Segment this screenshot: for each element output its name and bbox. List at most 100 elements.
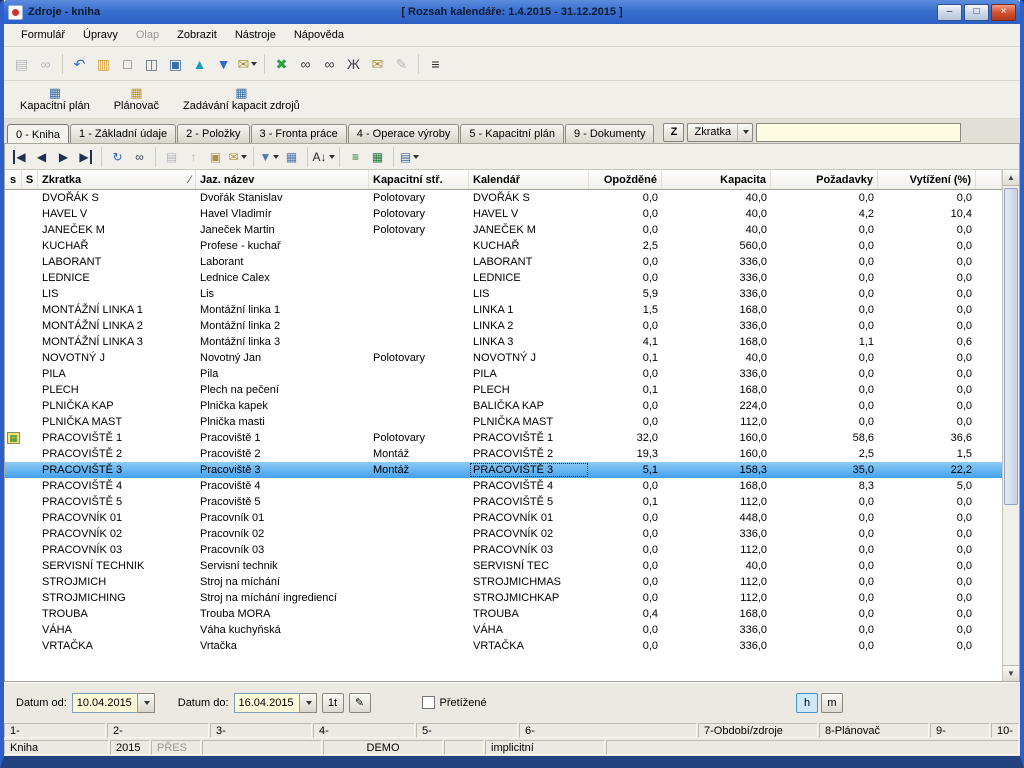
tab-5[interactable]: 5 - Kapacitní plán — [460, 124, 564, 143]
minimize-button[interactable]: – — [937, 4, 962, 21]
column-header-1[interactable]: S — [22, 170, 38, 189]
menu-item-nastroje[interactable]: Nástroje — [226, 26, 285, 44]
next-record-button[interactable]: ▶ — [53, 146, 74, 167]
menu-item-upravy[interactable]: Úpravy — [74, 26, 127, 44]
table-row[interactable]: VRTAČKAVrtačkaVRTAČKA0,0336,00,00,0 — [5, 638, 1002, 654]
close-button[interactable]: × — [991, 4, 1016, 21]
one-week-button[interactable]: 1t — [322, 693, 344, 713]
table-row[interactable]: PLNIČKA MASTPlnička mastiPLNIČKA MAST0,0… — [5, 414, 1002, 430]
paste-button[interactable]: ▣ — [164, 52, 187, 75]
column-header-6[interactable]: Opožděné — [589, 170, 662, 189]
envelope-button[interactable]: ✉ — [366, 52, 389, 75]
tab-2[interactable]: 2 - Položky — [177, 124, 249, 143]
datum-do-dropdown-button[interactable] — [300, 693, 317, 713]
column-header-7[interactable]: Kapacita — [662, 170, 771, 189]
copy-button[interactable]: ◫ — [140, 52, 163, 75]
table-row[interactable]: HAVEL VHavel VladimírPolotovaryHAVEL V0,… — [5, 206, 1002, 222]
calendar-edit-button[interactable]: ✎ — [349, 693, 371, 713]
find-next-button[interactable]: ∞ — [318, 52, 341, 75]
table-row[interactable]: SERVISNÍ TECHNIKServisní technikSERVISNÍ… — [5, 558, 1002, 574]
column-header-4[interactable]: Kapacitní stř. — [369, 170, 469, 189]
table-row[interactable]: VÁHAVáha kuchyňskáVÁHA0,0336,00,00,0 — [5, 622, 1002, 638]
hours-button[interactable]: h — [796, 693, 818, 713]
refresh-green-button[interactable]: ✖ — [270, 52, 293, 75]
tab-1[interactable]: 1 - Základní údaje — [70, 124, 176, 143]
table-row[interactable]: KUCHAŘProfese - kuchařKUCHAŘ2,5560,00,00… — [5, 238, 1002, 254]
datum-do-field[interactable]: 16.04.2015 — [234, 693, 317, 713]
new-document-button[interactable]: □ — [116, 52, 139, 75]
previous-record-button[interactable]: ◀ — [31, 146, 52, 167]
datum-od-field[interactable]: 10.04.2015 — [72, 693, 155, 713]
table-row[interactable]: DVOŘÁK SDvořák StanislavPolotovaryDVOŘÁK… — [5, 190, 1002, 206]
open-folder-button[interactable]: ▥ — [92, 52, 115, 75]
table-row[interactable]: LABORANTLaborantLABORANT0,0336,00,00,0 — [5, 254, 1002, 270]
scroll-up-icon[interactable]: ▲ — [1003, 170, 1019, 186]
move-up-button[interactable]: ▲ — [188, 52, 211, 75]
table-row[interactable]: LISLisLIS5,9336,00,00,0 — [5, 286, 1002, 302]
tab-3[interactable]: 3 - Fronta práce — [251, 124, 347, 143]
column-header-3[interactable]: Jaz. název — [196, 170, 369, 189]
table-row[interactable]: PRACOVNÍK 02Pracovník 02PRACOVNÍK 020,03… — [5, 526, 1002, 542]
find-button[interactable]: ∞ — [294, 52, 317, 75]
table-row[interactable]: PRACOVIŠTĚ 3Pracoviště 3MontážPRACOVIŠTĚ… — [5, 462, 1002, 478]
z-button[interactable]: Z — [663, 123, 684, 142]
tab-6[interactable]: 9 - Dokumenty — [565, 124, 655, 143]
minutes-button[interactable]: m — [821, 693, 843, 713]
table-row[interactable]: STROJMICHStroj na mícháníSTROJMICHMAS0,0… — [5, 574, 1002, 590]
filter-button[interactable]: ▼ — [259, 146, 280, 167]
column-header-0[interactable]: s — [5, 170, 22, 189]
undo-button[interactable]: ↶ — [68, 52, 91, 75]
search-field-selector[interactable]: Zkratka — [687, 123, 753, 142]
scrollbar-thumb[interactable] — [1004, 188, 1018, 505]
table-row[interactable]: LEDNICELednice CalexLEDNICE0,0336,00,00,… — [5, 270, 1002, 286]
toolbar2-button-0[interactable]: ▦Kapacitní plán — [10, 81, 100, 118]
mail-row-button[interactable]: ✉ — [227, 146, 248, 167]
table-row[interactable]: PRACOVNÍK 01Pracovník 01PRACOVNÍK 010,04… — [5, 510, 1002, 526]
quick-search-input[interactable] — [756, 123, 961, 142]
column-header-9[interactable]: Vytížení (%) — [878, 170, 976, 189]
refresh-button[interactable]: ↻ — [107, 146, 128, 167]
menu-item-formular[interactable]: Formulář — [12, 26, 74, 44]
table-row[interactable]: MONTÁŽNÍ LINKA 1Montážní linka 1LINKA 11… — [5, 302, 1002, 318]
table-row[interactable]: MONTÁŽNÍ LINKA 2Montážní linka 2LINKA 20… — [5, 318, 1002, 334]
clipboard-button[interactable]: ▣ — [205, 146, 226, 167]
column-header-2[interactable]: Zkratka∕ — [38, 170, 196, 189]
last-record-button[interactable]: ▶ — [75, 146, 96, 167]
menu-item-napoveda[interactable]: Nápověda — [285, 26, 353, 44]
menu-list-button[interactable]: ≡ — [424, 52, 447, 75]
excel-export-button[interactable]: ▦ — [367, 146, 388, 167]
tab-0[interactable]: 0 - Kniha — [7, 124, 69, 144]
maximize-button[interactable]: □ — [964, 4, 989, 21]
find-special-button[interactable]: Ж — [342, 52, 365, 75]
menu-item-zobrazit[interactable]: Zobrazit — [168, 26, 226, 44]
table-row[interactable]: PLECHPlech na pečeníPLECH0,1168,00,00,0 — [5, 382, 1002, 398]
table-row[interactable]: PILAPilaPILA0,0336,00,00,0 — [5, 366, 1002, 382]
toolbar2-button-1[interactable]: ▦Plánovač — [104, 81, 169, 118]
first-record-button[interactable]: ◀ — [9, 146, 30, 167]
table-row[interactable]: PRACOVNÍK 03Pracovník 03PRACOVNÍK 030,01… — [5, 542, 1002, 558]
table-row[interactable]: TROUBATrouba MORATROUBA0,4168,00,00,0 — [5, 606, 1002, 622]
datum-od-value[interactable]: 10.04.2015 — [72, 693, 138, 713]
table-row[interactable]: STROJMICHINGStroj na míchání ingrediencí… — [5, 590, 1002, 606]
column-header-5[interactable]: Kalendář — [469, 170, 589, 189]
find-record-button[interactable]: ∞ — [129, 146, 150, 167]
sort-az-button[interactable]: A↓ — [313, 146, 334, 167]
scroll-down-icon[interactable]: ▼ — [1003, 665, 1019, 681]
table-row[interactable]: PLNIČKA KAPPlnička kapekBALIČKA KAP0,022… — [5, 398, 1002, 414]
form-view-button[interactable]: ▤ — [399, 146, 420, 167]
toolbar2-button-2[interactable]: ▦Zadávání kapacit zdrojů — [173, 81, 310, 118]
filter-grid-button[interactable]: ▦ — [281, 146, 302, 167]
table-row[interactable]: ▦PRACOVIŠTĚ 1Pracoviště 1PolotovaryPRACO… — [5, 430, 1002, 446]
vertical-scrollbar[interactable]: ▲ ▼ — [1002, 170, 1019, 681]
search-field-dropdown-button[interactable] — [737, 124, 752, 141]
send-mail-button[interactable]: ✉ — [236, 52, 259, 75]
move-down-button[interactable]: ▼ — [212, 52, 235, 75]
pretizene-checkbox[interactable] — [422, 696, 435, 709]
datum-od-dropdown-button[interactable] — [138, 693, 155, 713]
table-row[interactable]: MONTÁŽNÍ LINKA 3Montážní linka 3LINKA 34… — [5, 334, 1002, 350]
column-header-8[interactable]: Požadavky — [771, 170, 878, 189]
datum-do-value[interactable]: 16.04.2015 — [234, 693, 300, 713]
table-row[interactable]: PRACOVIŠTĚ 2Pracoviště 2MontážPRACOVIŠTĚ… — [5, 446, 1002, 462]
table-row[interactable]: NOVOTNÝ JNovotný JanPolotovaryNOVOTNÝ J0… — [5, 350, 1002, 366]
numbered-list-button[interactable]: ≡ — [345, 146, 366, 167]
